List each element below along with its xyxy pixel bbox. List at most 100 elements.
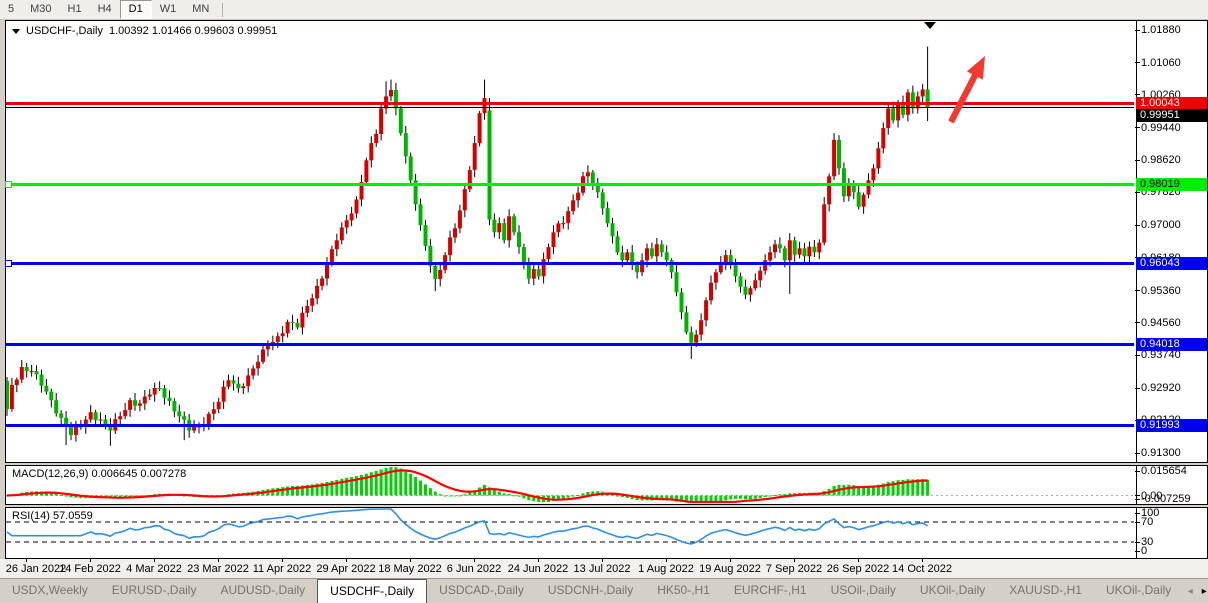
symbol-dropdown-icon[interactable]: [12, 29, 20, 34]
date-tick-mark: [218, 559, 219, 562]
price-tick-mark: [1135, 225, 1140, 226]
macd-bar: [458, 495, 461, 496]
date-tick-mark: [474, 559, 475, 562]
rsi-tick-mark: [1135, 542, 1140, 543]
rsi-tick-label: 70: [1141, 516, 1207, 528]
macd-bar: [493, 490, 496, 496]
date-tick-label: 11 Apr 2022: [253, 563, 312, 575]
macd-bar: [424, 484, 427, 495]
price-tick-mark: [1135, 94, 1140, 95]
macd-bar: [463, 494, 466, 495]
timeframe-button-mn[interactable]: MN: [184, 1, 217, 18]
chart-tab-hk50-h1[interactable]: HK50-,H1: [645, 579, 722, 603]
tab-scroll-left-icon[interactable]: ◂: [1183, 586, 1197, 597]
tab-scroll-right-icon[interactable]: ▸: [1197, 586, 1208, 597]
price-tick-label: 0.98620: [1141, 154, 1207, 166]
date-tick-label: 26 Jan 2022: [6, 563, 67, 575]
macd-bar: [439, 494, 442, 495]
terminal-window: 5M30H1H4D1W1MN USDCHF-,Daily 1.00392 1.0…: [0, 0, 1208, 603]
macd-bar: [468, 493, 471, 496]
date-tick-label: 7 Sep 2022: [766, 563, 822, 575]
date-tick-label: 26 Sep 2022: [827, 563, 889, 575]
chart-tab-usdchf-daily[interactable]: USDCHF-,Daily: [317, 579, 427, 603]
macd-bar: [774, 495, 777, 496]
macd-tick-label: -0.007259: [1141, 493, 1207, 505]
date-tick-mark: [602, 559, 603, 562]
macd-bar: [572, 496, 575, 497]
date-tick-mark: [922, 559, 923, 562]
trend-arrow-annotation[interactable]: [6, 21, 1134, 461]
macd-bar: [582, 493, 585, 495]
price-tick-mark: [1135, 160, 1140, 161]
up-arrow-shape[interactable]: [948, 56, 985, 124]
chart-title: USDCHF-,Daily 1.00392 1.01466 0.99603 0.…: [12, 25, 277, 37]
chart-tab-audusd-daily[interactable]: AUDUSD-,Daily: [208, 579, 317, 603]
macd-bar: [454, 496, 457, 497]
macd-bar: [60, 495, 63, 496]
chart-tab-ukoil-daily[interactable]: UKOil-,Daily: [1094, 579, 1183, 603]
timeframe-toolbar: 5M30H1H4D1W1MN: [0, 0, 1208, 20]
chart-tab-ukoil-daily[interactable]: UKOil-,Daily: [908, 579, 997, 603]
price-tick-label: 0.92920: [1141, 382, 1207, 394]
chart-tab-usoil-daily[interactable]: USOil-,Daily: [819, 579, 908, 603]
macd-bar: [513, 495, 516, 496]
timeframe-button-w1[interactable]: W1: [152, 1, 185, 18]
macd-bar: [754, 496, 757, 499]
timeframe-button-m30[interactable]: M30: [22, 1, 59, 18]
toolbar-separator: [222, 3, 223, 17]
macd-bar: [847, 485, 850, 496]
date-tick-label: 13 Jul 2022: [574, 563, 631, 575]
date-tick-mark: [794, 559, 795, 562]
date-tick-label: 19 Aug 2022: [699, 563, 761, 575]
macd-bar: [508, 494, 511, 495]
macd-bar: [65, 496, 68, 497]
rsi-tick-mark: [1135, 513, 1140, 514]
macd-tick-mark: [1135, 499, 1140, 500]
date-tick-mark: [90, 559, 91, 562]
scroll-to-end-marker: [924, 22, 936, 29]
chart-tab-usdcad-daily[interactable]: USDCAD-,Daily: [427, 579, 536, 603]
price-tick-label: 0.95360: [1141, 285, 1207, 297]
macd-bar: [429, 488, 432, 495]
timeframe-button-5[interactable]: 5: [0, 1, 22, 18]
date-tick-label: 14 Feb 2022: [59, 563, 121, 575]
date-tick-label: 14 Oct 2022: [892, 563, 952, 575]
rsi-tick-mark: [1135, 551, 1140, 552]
macd-bar: [926, 480, 929, 496]
macd-bar: [778, 494, 781, 495]
price-axis-separator: [1136, 21, 1137, 462]
timeframe-button-h4[interactable]: H4: [90, 1, 120, 18]
macd-bar: [404, 471, 407, 496]
price-tick-label: 0.94560: [1141, 317, 1207, 329]
chart-tab-xauusd-h1[interactable]: XAUUSD-,H1: [997, 579, 1094, 603]
date-tick-mark: [26, 559, 27, 562]
date-tick-mark: [346, 559, 347, 562]
macd-bar: [449, 496, 452, 497]
date-tick-label: 29 Apr 2022: [316, 563, 375, 575]
timeframe-button-h1[interactable]: H1: [60, 1, 90, 18]
macd-bar: [724, 496, 727, 501]
line-price-label: 0.91993: [1136, 419, 1207, 432]
date-tick-label: 24 Jun 2022: [508, 563, 569, 575]
rsi-tick-label: 0: [1141, 545, 1207, 557]
macd-tick-label: 0.015654: [1141, 465, 1207, 477]
chart-tab-eurchf-h1[interactable]: EURCHF-,H1: [722, 579, 819, 603]
chart-tab-eurusd-daily[interactable]: EURUSD-,Daily: [100, 579, 209, 603]
date-axis[interactable]: 26 Jan 202214 Feb 20224 Mar 202223 Mar 2…: [0, 559, 1208, 578]
macd-bar: [749, 496, 752, 500]
date-tick-label: 18 May 2022: [378, 563, 442, 575]
macd-bar: [414, 477, 417, 496]
macd-bar: [503, 493, 506, 495]
chart-tab-usdcnh-daily[interactable]: USDCNH-,Daily: [536, 579, 645, 603]
chart-tab-usdx-weekly[interactable]: USDX,Weekly: [0, 579, 100, 603]
line-price-label: 1.00043: [1136, 97, 1207, 110]
price-tick-label: 1.01880: [1141, 24, 1207, 36]
price-tick-label: 0.93740: [1141, 349, 1207, 361]
timeframe-button-d1[interactable]: D1: [120, 0, 152, 19]
macd-bar: [759, 496, 762, 499]
macd-tick-mark: [1135, 471, 1140, 472]
macd-bar: [399, 469, 402, 496]
price-tick-mark: [1135, 290, 1140, 291]
price-tick-mark: [1135, 322, 1140, 323]
date-tick-mark: [858, 559, 859, 562]
